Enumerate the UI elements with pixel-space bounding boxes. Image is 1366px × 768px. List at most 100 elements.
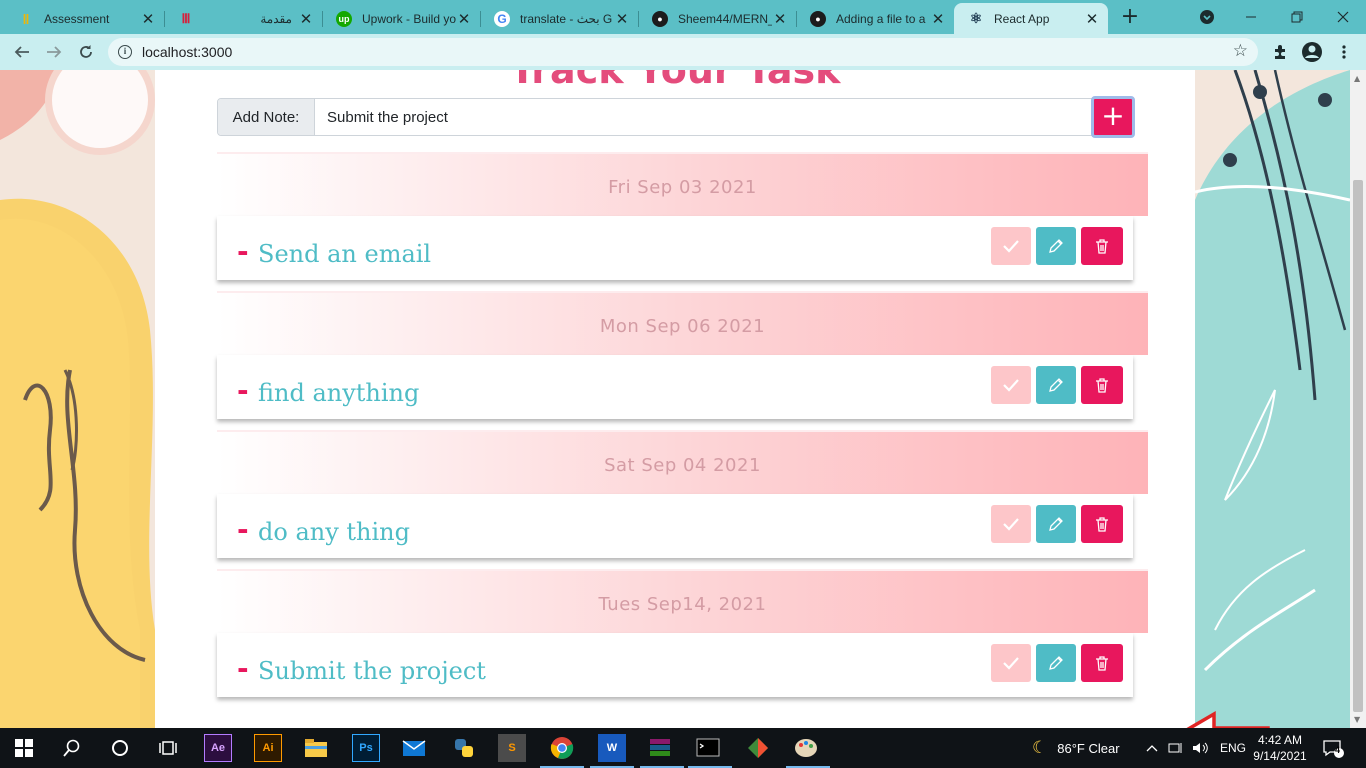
check-icon bbox=[1003, 518, 1019, 531]
chevron-up-icon[interactable] bbox=[1146, 728, 1158, 768]
reload-icon[interactable] bbox=[74, 40, 98, 64]
back-arrow-icon[interactable] bbox=[10, 40, 34, 64]
search-icon[interactable] bbox=[58, 734, 86, 762]
page-scrollbar[interactable]: ▲ ▼ bbox=[1350, 70, 1366, 728]
trash-icon bbox=[1096, 378, 1108, 393]
extensions-icon[interactable] bbox=[1268, 40, 1292, 64]
pencil-icon bbox=[1049, 656, 1063, 670]
assessment-favicon: ‖ bbox=[22, 10, 30, 27]
browser-tab-assessment[interactable]: ‖ Assessment ✕ bbox=[4, 3, 164, 34]
weather-text: 86°F Clear bbox=[1057, 740, 1120, 756]
check-icon bbox=[1003, 379, 1019, 392]
weather-widget[interactable]: ☾ 86°F Clear bbox=[1032, 728, 1120, 768]
task-bullet: - bbox=[237, 374, 249, 407]
notification-count: 4 bbox=[1335, 745, 1341, 755]
scroll-up-icon[interactable]: ▲ bbox=[1354, 74, 1360, 83]
close-tab-icon[interactable]: ✕ bbox=[1084, 10, 1100, 28]
word-icon[interactable]: W bbox=[598, 734, 626, 762]
python-icon[interactable] bbox=[450, 734, 478, 762]
ai-icon[interactable]: Ai bbox=[254, 734, 282, 762]
edit-button[interactable] bbox=[1036, 227, 1076, 265]
moon-icon: ☾ bbox=[1032, 738, 1048, 757]
terminal-icon[interactable] bbox=[694, 734, 722, 762]
add-note-button[interactable]: + bbox=[1091, 96, 1135, 138]
chrome-icon[interactable] bbox=[548, 734, 576, 762]
page-title: Track Your Task bbox=[509, 70, 841, 92]
close-tab-icon[interactable]: ✕ bbox=[140, 10, 156, 28]
winrar-icon[interactable] bbox=[646, 734, 674, 762]
minimize-icon[interactable] bbox=[1228, 0, 1274, 34]
notification-center-icon[interactable]: 4 bbox=[1322, 728, 1344, 768]
date-label: Fri Sep 03 2021 bbox=[608, 177, 757, 198]
close-tab-icon[interactable]: ✕ bbox=[930, 10, 946, 28]
task-item: - Send an email bbox=[217, 216, 1133, 280]
restore-icon[interactable] bbox=[1274, 0, 1320, 34]
sublime-icon[interactable]: S bbox=[498, 734, 526, 762]
tab-title: translate - بحث G bbox=[520, 11, 613, 26]
edit-button[interactable] bbox=[1036, 505, 1076, 543]
cortana-icon[interactable] bbox=[106, 734, 134, 762]
trash-icon bbox=[1096, 239, 1108, 254]
delete-button[interactable] bbox=[1081, 505, 1123, 543]
site-info-icon[interactable]: i bbox=[118, 45, 132, 59]
forward-arrow-icon[interactable] bbox=[42, 40, 66, 64]
delete-button[interactable] bbox=[1081, 644, 1123, 682]
scroll-down-icon[interactable]: ▼ bbox=[1354, 715, 1360, 724]
pencil-icon bbox=[1049, 517, 1063, 531]
close-tab-icon[interactable]: ✕ bbox=[614, 10, 630, 28]
ps-icon[interactable]: Ps bbox=[352, 734, 380, 762]
close-tab-icon[interactable]: ✕ bbox=[456, 10, 472, 28]
right-background-illustration bbox=[1195, 70, 1350, 728]
clock-date: 9/14/2021 bbox=[1253, 749, 1307, 763]
browser-tab-react-app[interactable]: ⚛ React App ✕ bbox=[954, 3, 1108, 34]
ae-icon[interactable]: Ae bbox=[204, 734, 232, 762]
browser-tab-github-2[interactable]: ● Adding a file to a ✕ bbox=[796, 3, 954, 34]
task-item: - Submit the project bbox=[217, 633, 1133, 697]
task-item: - do any thing bbox=[217, 494, 1133, 558]
browser-tab-github-1[interactable]: ● Sheem44/MERN_ ✕ bbox=[638, 3, 796, 34]
complete-button[interactable] bbox=[991, 644, 1031, 682]
edit-button[interactable] bbox=[1036, 366, 1076, 404]
task-view-icon[interactable] bbox=[154, 734, 182, 762]
clock[interactable]: 4:42 AM 9/14/2021 bbox=[1250, 732, 1310, 764]
volume-icon[interactable] bbox=[1192, 728, 1210, 768]
edit-button[interactable] bbox=[1036, 644, 1076, 682]
mail-icon[interactable] bbox=[400, 734, 428, 762]
browser-tab-udemy[interactable]: Ⅲ مقدمة ✕ bbox=[164, 3, 322, 34]
upwork-favicon: up bbox=[336, 10, 352, 27]
task-bullet: - bbox=[237, 235, 249, 268]
check-icon bbox=[1003, 240, 1019, 253]
network-icon[interactable] bbox=[1168, 728, 1184, 768]
tab-search-icon[interactable] bbox=[1184, 0, 1230, 34]
new-tab-button[interactable]: + bbox=[1118, 6, 1142, 30]
delete-button[interactable] bbox=[1081, 227, 1123, 265]
scrollbar-thumb[interactable] bbox=[1353, 180, 1363, 712]
url-text: localhost:3000 bbox=[142, 44, 233, 60]
complete-button[interactable] bbox=[991, 366, 1031, 404]
google-favicon: G bbox=[494, 10, 510, 27]
delete-button[interactable] bbox=[1081, 366, 1123, 404]
udemy-favicon: Ⅲ bbox=[181, 10, 191, 26]
file-explorer-icon[interactable] bbox=[302, 734, 330, 762]
bookmark-star-icon[interactable]: ☆ bbox=[1233, 41, 1248, 61]
profile-avatar-icon[interactable] bbox=[1300, 40, 1324, 64]
browser-tab-google[interactable]: G translate - بحث G ✕ bbox=[480, 3, 638, 34]
more-menu-icon[interactable] bbox=[1332, 40, 1356, 64]
git-icon[interactable] bbox=[744, 734, 772, 762]
add-note-input[interactable] bbox=[315, 99, 1130, 135]
tab-title: مقدمة bbox=[260, 11, 292, 26]
address-bar[interactable]: i localhost:3000 ☆ bbox=[108, 38, 1258, 66]
windows-start-icon[interactable] bbox=[10, 734, 38, 762]
paint-icon[interactable] bbox=[792, 734, 820, 762]
github-favicon: ● bbox=[652, 10, 668, 27]
date-label: Tues Sep14, 2021 bbox=[598, 594, 767, 615]
complete-button[interactable] bbox=[991, 227, 1031, 265]
task-bullet: - bbox=[237, 513, 249, 546]
complete-button[interactable] bbox=[991, 505, 1031, 543]
language-indicator[interactable]: ENG bbox=[1220, 728, 1246, 768]
clock-time: 4:42 AM bbox=[1257, 733, 1303, 747]
close-window-icon[interactable] bbox=[1320, 0, 1366, 34]
close-tab-icon[interactable]: ✕ bbox=[298, 10, 314, 28]
close-tab-icon[interactable]: ✕ bbox=[772, 10, 788, 28]
browser-tab-upwork[interactable]: up Upwork - Build yo ✕ bbox=[322, 3, 480, 34]
